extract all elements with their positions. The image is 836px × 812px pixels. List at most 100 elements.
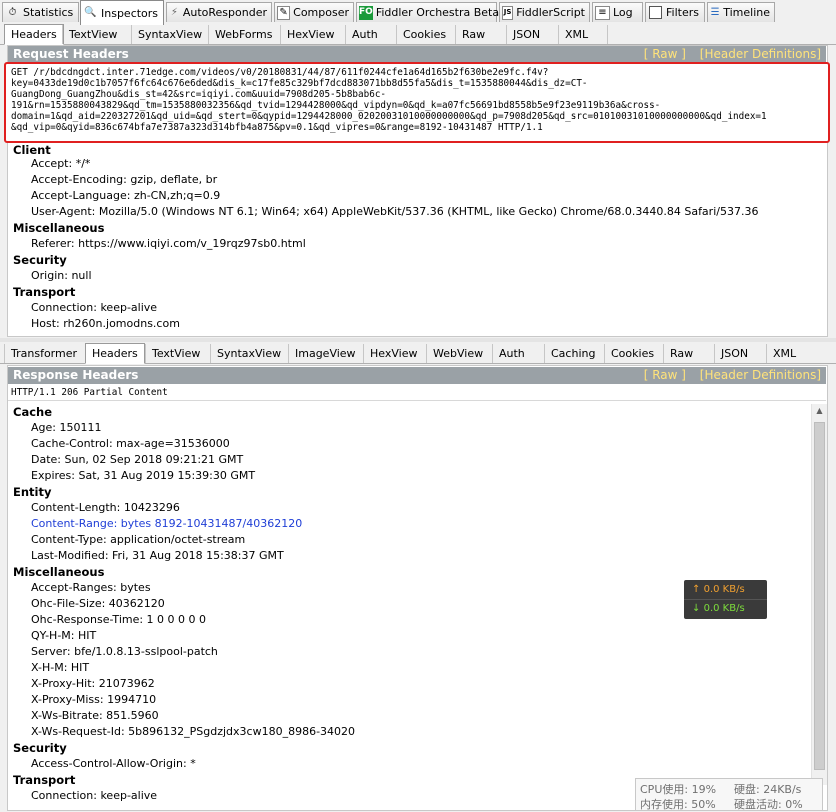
header-item[interactable]: Connection: keep-alive (31, 789, 157, 802)
header-item[interactable]: Accept-Ranges: bytes (31, 581, 151, 594)
tab-log[interactable]: ≡ Log (592, 2, 643, 22)
request-line-6: &qd_vip=0&qyid=836c674bfa7e7387a323d314b… (11, 122, 543, 133)
header-item[interactable]: X-H-M: HIT (31, 661, 89, 674)
response-tab-cookies[interactable]: Cookies (604, 344, 660, 363)
request-headers-title: Request Headers (13, 47, 129, 61)
header-item[interactable]: Access-Control-Allow-Origin: * (31, 757, 196, 770)
memory-usage: 内存使用: 50% (640, 798, 716, 811)
response-tab-syntaxview[interactable]: SyntaxView (210, 344, 287, 363)
header-item[interactable]: X-Ws-Bitrate: 851.5960 (31, 709, 159, 722)
lightning-icon: ⚡ (170, 6, 178, 18)
download-speed: ↓ 0.0 KB/s (692, 603, 745, 614)
checkbox-icon (648, 6, 663, 20)
header-item[interactable]: Date: Sun, 02 Sep 2018 09:21:21 GMT (31, 453, 243, 466)
header-item[interactable]: Age: 150111 (31, 421, 101, 434)
header-item[interactable]: Content-Type: application/octet-stream (31, 533, 245, 546)
header-item[interactable]: Ohc-Response-Time: 1 0 0 0 0 0 (31, 613, 206, 626)
tab-divider (607, 25, 608, 44)
tab-label: AutoResponder (182, 6, 267, 19)
header-item[interactable]: Host: rh260n.jomodns.com (31, 317, 180, 330)
response-header-definitions-link[interactable]: [Header Definitions] (700, 368, 821, 382)
request-tab-hexview[interactable]: HexView (280, 25, 340, 44)
header-item[interactable]: User-Agent: Mozilla/5.0 (Windows NT 6.1;… (31, 205, 758, 218)
upload-speed: ↑ 0.0 KB/s (692, 584, 745, 595)
header-item[interactable]: Expires: Sat, 31 Aug 2019 15:39:30 GMT (31, 469, 255, 482)
tab-fiddler-orchestra[interactable]: FO Fiddler Orchestra Beta (356, 2, 500, 22)
group-cache: Cache (13, 405, 53, 419)
header-item[interactable]: X-Proxy-Hit: 21073962 (31, 677, 155, 690)
down-arrow-icon: ↓ (692, 603, 701, 614)
request-tab-xml[interactable]: XML (558, 25, 594, 44)
request-line-3: GuangDong_GuangZhou&dis_st=42&src=iqiyi.… (11, 89, 387, 100)
response-headers-bar: Response Headers [ Raw ] [Header Definit… (8, 367, 826, 384)
tab-label: FiddlerScript (516, 6, 585, 19)
tab-inspectors[interactable]: 🔍 Inspectors (80, 0, 164, 25)
response-scrollbar[interactable]: ▲ (811, 404, 827, 785)
disk-rate: 硬盘: 24KB/s (734, 783, 802, 796)
response-tab-imageview[interactable]: ImageView (288, 344, 362, 363)
pane-splitter[interactable] (0, 338, 836, 342)
response-raw-link[interactable]: [ Raw ] (644, 368, 686, 382)
response-view-tabbar: Transformer Headers TextView SyntaxView … (0, 343, 836, 364)
header-item[interactable]: Ohc-File-Size: 40362120 (31, 597, 165, 610)
request-tab-raw[interactable]: Raw (455, 25, 491, 44)
request-tab-textview[interactable]: TextView (62, 25, 123, 44)
header-item-selected[interactable]: Content-Range: bytes 8192-10431487/40362… (31, 517, 302, 530)
header-item[interactable]: Cache-Control: max-age=31536000 (31, 437, 230, 450)
scroll-up-arrow-icon[interactable]: ▲ (812, 406, 827, 415)
request-tab-webforms[interactable]: WebForms (208, 25, 278, 44)
header-item[interactable]: X-Ws-Request-Id: 5b896132_PSgdzjdx3cw180… (31, 725, 355, 738)
request-tab-syntaxview[interactable]: SyntaxView (131, 25, 208, 44)
response-tab-caching[interactable]: Caching (544, 344, 601, 363)
header-item[interactable]: Referer: https://www.iqiyi.com/v_19rqz97… (31, 237, 306, 250)
request-line-4: 191&rn=1535880043829&qd_tm=1535880032356… (11, 100, 661, 111)
system-monitor-widget: CPU使用: 19% 硬盘: 24KB/s 内存使用: 50% 硬盘活动: 0% (635, 778, 823, 811)
header-item[interactable]: QY-H-M: HIT (31, 629, 96, 642)
header-item[interactable]: X-Proxy-Miss: 1994710 (31, 693, 156, 706)
tab-label: Fiddler Orchestra Beta (375, 6, 500, 19)
header-item[interactable]: Accept: */* (31, 157, 90, 170)
tab-label: Filters (666, 6, 699, 19)
response-tab-webview[interactable]: WebView (426, 344, 489, 363)
response-tab-raw[interactable]: Raw (663, 344, 699, 363)
group-entity: Entity (13, 485, 52, 499)
js-icon: JS (502, 5, 514, 20)
header-item[interactable]: Connection: keep-alive (31, 301, 157, 314)
tab-label: Statistics (23, 6, 74, 19)
stopwatch-icon: ⏱ (8, 6, 17, 18)
response-tab-textview[interactable]: TextView (145, 344, 206, 363)
group-miscellaneous: Miscellaneous (13, 565, 105, 579)
tab-fiddlerscript[interactable]: JS FiddlerScript (499, 2, 590, 22)
group-client: Client (13, 143, 51, 157)
response-tab-xml[interactable]: XML (766, 344, 802, 363)
response-tab-transformer[interactable]: Transformer (4, 344, 83, 363)
tab-timeline[interactable]: ☰ Timeline (707, 2, 775, 22)
inspector-magnifier-icon: 🔍 (84, 7, 97, 18)
response-tab-hexview[interactable]: HexView (363, 344, 423, 363)
tab-label: Inspectors (101, 6, 159, 20)
header-item[interactable]: Accept-Encoding: gzip, deflate, br (31, 173, 217, 186)
scrollbar-thumb[interactable] (814, 422, 825, 770)
request-header-definitions-link[interactable]: [Header Definitions] (700, 47, 821, 61)
request-raw-link[interactable]: [ Raw ] (644, 47, 686, 61)
header-item[interactable]: Last-Modified: Fri, 31 Aug 2018 15:38:37… (31, 549, 284, 562)
response-tab-json[interactable]: JSON (714, 344, 754, 363)
request-tab-auth[interactable]: Auth (345, 25, 384, 44)
tab-composer[interactable]: ✎ Composer (274, 2, 354, 22)
request-view-tabbar: Headers TextView SyntaxView WebForms Hex… (0, 24, 836, 45)
response-status-line: HTTP/1.1 206 Partial Content (11, 387, 168, 398)
request-tab-headers[interactable]: Headers (4, 24, 64, 45)
tab-filters[interactable]: Filters (645, 2, 705, 22)
header-item[interactable]: Accept-Language: zh-CN,zh;q=0.9 (31, 189, 220, 202)
tab-autoresponder[interactable]: ⚡ AutoResponder (166, 2, 272, 22)
request-tab-cookies[interactable]: Cookies (396, 25, 452, 44)
header-item[interactable]: Content-Length: 10423296 (31, 501, 180, 514)
header-item[interactable]: Origin: null (31, 269, 92, 282)
response-tab-headers[interactable]: Headers (85, 343, 145, 364)
network-speed-widget: ↑ 0.0 KB/s ↓ 0.0 KB/s (684, 580, 767, 619)
header-item[interactable]: Server: bfe/1.0.8.13-sslpool-patch (31, 645, 218, 658)
response-tab-auth[interactable]: Auth (492, 344, 531, 363)
tab-statistics[interactable]: ⏱ Statistics (2, 2, 79, 22)
request-tab-json[interactable]: JSON (506, 25, 546, 44)
tab-label: Log (613, 6, 633, 19)
